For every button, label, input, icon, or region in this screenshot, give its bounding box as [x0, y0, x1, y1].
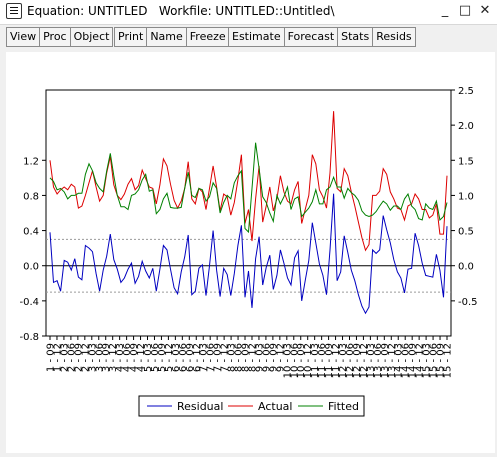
right-axis-label: 1.0 — [458, 191, 474, 202]
left-axis-label: 1.2 — [23, 156, 39, 167]
estimate-button[interactable]: Estimate — [228, 27, 285, 47]
name-button[interactable]: Name — [146, 27, 187, 47]
residual-actual-fitted-chart: 1.2 0.8 0.4 0.0 -0.4 -0.8 2.5 2.0 1.5 1.0 0.5 0.0 -0… — [19, 86, 478, 417]
view-button[interactable]: View — [6, 27, 41, 47]
toolbar-group-estimate: Estimate Forecast Stats Resids — [228, 27, 416, 47]
left-axis-label: 0.0 — [23, 262, 39, 273]
toolbar-group-print: Print Name Freeze — [114, 27, 230, 47]
legend: Residual Actual Fitted — [138, 395, 365, 417]
object-button[interactable]: Object — [69, 27, 114, 47]
legend-label-fitted: Fitted — [328, 400, 359, 413]
window-title: Equation: UNTITLED Workfile: UNTITLED::U… — [27, 4, 335, 18]
forecast-button[interactable]: Forecast — [283, 27, 339, 47]
window-menu-icon[interactable] — [6, 3, 22, 19]
legend-label-actual: Actual — [258, 400, 292, 413]
left-axis-label: 0.4 — [23, 227, 39, 238]
minimize-button[interactable]: _ — [437, 3, 453, 19]
resids-button[interactable]: Resids — [372, 27, 416, 47]
left-axis-label: -0.8 — [19, 332, 39, 343]
print-button[interactable]: Print — [114, 27, 148, 47]
freeze-button[interactable]: Freeze — [185, 27, 230, 47]
window-titlebar: Equation: UNTITLED Workfile: UNTITLED::U… — [0, 0, 497, 25]
toolbar: View Proc Object Print Name Freeze Estim… — [0, 25, 497, 49]
maximize-button[interactable]: □ — [457, 3, 473, 19]
right-axis-label: -0.5 — [458, 297, 478, 308]
right-axis-label: 1.5 — [458, 156, 474, 167]
left-axis-label: 0.8 — [23, 191, 39, 202]
right-axis-label: 2.0 — [458, 121, 474, 132]
graph-area: 1.2 0.8 0.4 0.0 -0.4 -0.8 2.5 2.0 1.5 1.0 0.5 0.0 -0… — [6, 52, 495, 453]
legend-label-residual: Residual — [177, 400, 223, 413]
left-axis-label: -0.4 — [19, 297, 39, 308]
right-axis-label: 0.5 — [458, 227, 474, 238]
right-axis-label: 2.5 — [458, 86, 474, 97]
x-axis-label: 15 - 12 — [443, 343, 454, 378]
toolbar-group-object: View Proc Object — [6, 27, 114, 47]
proc-button[interactable]: Proc — [39, 27, 71, 47]
close-button[interactable]: ✕ — [477, 3, 493, 19]
stats-button[interactable]: Stats — [337, 27, 374, 47]
right-axis-label: 0.0 — [458, 262, 474, 273]
